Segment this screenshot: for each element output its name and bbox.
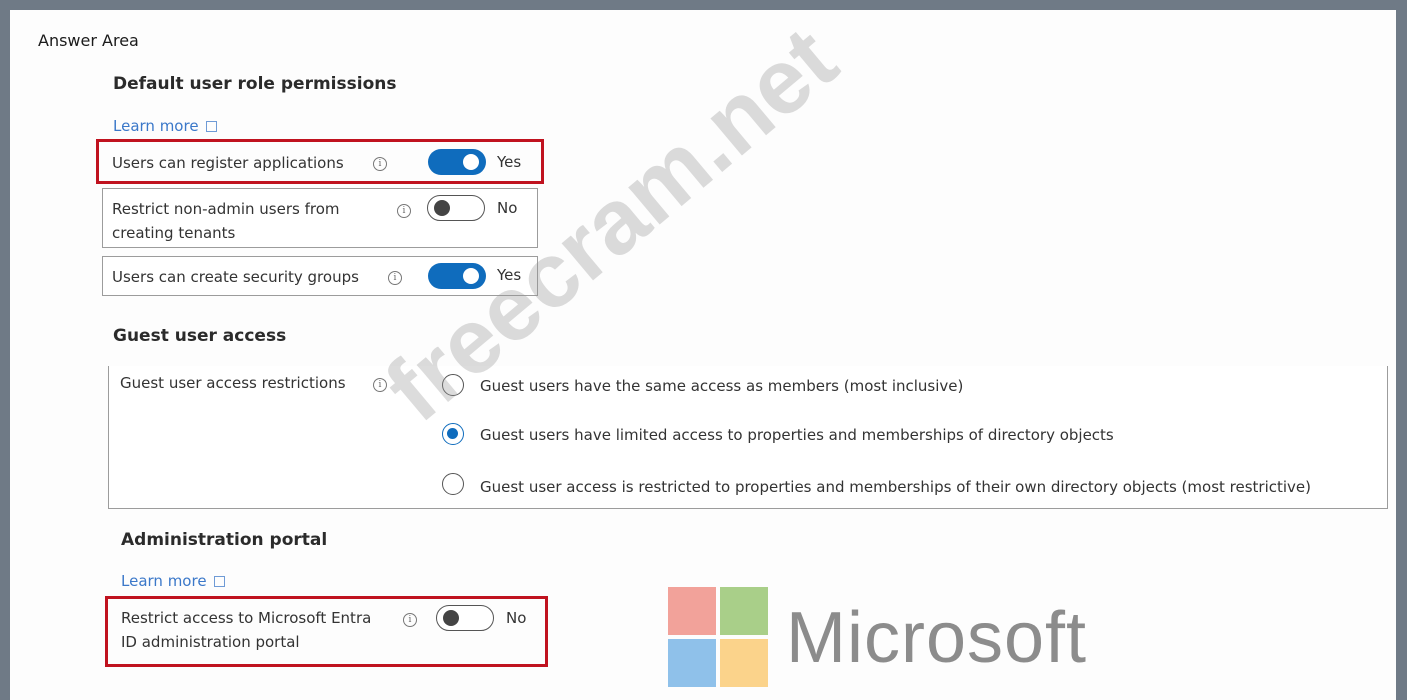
register-apps-toggle[interactable] xyxy=(428,149,486,175)
admin-learn-more-link[interactable]: Learn more xyxy=(121,572,225,590)
answer-area-title: Answer Area xyxy=(38,31,139,50)
info-icon[interactable]: i xyxy=(373,157,387,171)
default-permissions-heading: Default user role permissions xyxy=(113,74,397,94)
answer-panel: Answer Area Default user role permission… xyxy=(10,10,1396,700)
guest-option-label-1: Guest users have the same access as memb… xyxy=(480,377,964,395)
register-apps-label: Users can register applications xyxy=(112,154,344,172)
restrict-tenants-label-2: creating tenants xyxy=(112,224,236,242)
security-groups-label: Users can create security groups xyxy=(112,268,359,286)
restrict-portal-value: No xyxy=(506,609,527,627)
info-icon[interactable]: i xyxy=(397,204,411,218)
external-link-icon xyxy=(205,121,217,132)
admin-portal-heading: Administration portal xyxy=(121,530,328,550)
microsoft-logo-text: Microsoft xyxy=(786,598,1088,678)
info-icon[interactable]: i xyxy=(388,271,402,285)
guest-access-heading: Guest user access xyxy=(113,326,287,346)
guest-option-radio-3[interactable] xyxy=(442,473,464,495)
guest-option-label-3: Guest user access is restricted to prope… xyxy=(480,478,1312,496)
register-apps-value: Yes xyxy=(497,153,522,171)
restrict-portal-label-1: Restrict access to Microsoft Entra xyxy=(121,609,372,627)
logo-square-green xyxy=(720,587,768,635)
guest-restrictions-label: Guest user access restrictions xyxy=(120,374,346,392)
toggle-knob xyxy=(463,154,479,170)
restrict-tenants-toggle[interactable] xyxy=(427,195,485,221)
restrict-portal-toggle[interactable] xyxy=(436,605,494,631)
logo-square-red xyxy=(668,587,716,635)
learn-more-link[interactable]: Learn more xyxy=(113,117,217,135)
guest-option-label-2: Guest users have limited access to prope… xyxy=(480,426,1114,444)
restrict-tenants-label-1: Restrict non-admin users from xyxy=(112,200,340,218)
logo-square-yellow xyxy=(720,639,768,687)
logo-square-blue xyxy=(668,639,716,687)
external-link-icon xyxy=(213,576,225,587)
restrict-portal-label-2: ID administration portal xyxy=(121,633,300,651)
toggle-knob xyxy=(434,200,450,216)
admin-learn-more-label: Learn more xyxy=(121,572,207,590)
toggle-knob xyxy=(443,610,459,626)
restrict-tenants-value: No xyxy=(497,199,518,217)
info-icon[interactable]: i xyxy=(403,613,417,627)
learn-more-label: Learn more xyxy=(113,117,199,135)
